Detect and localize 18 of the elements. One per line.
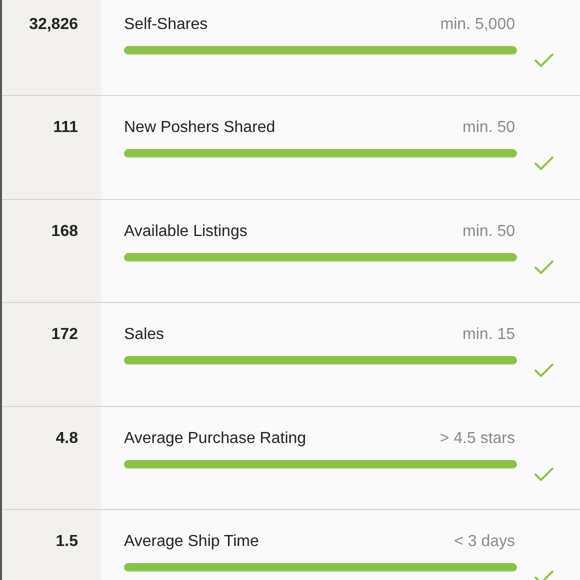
metric-value: 111 [53,118,78,138]
metric-label: New Poshers Shared [124,118,276,138]
requirement-text: min. 50 [462,222,515,242]
metric-value: 172 [51,325,78,346]
requirement-text: > 4.5 stars [440,428,515,449]
metric-value: 1.5 [56,532,78,552]
requirement-text: min. 5,000 [440,15,515,35]
metric-label: Average Purchase Rating [124,428,306,449]
metric-label: Average Ship Time [124,532,259,552]
requirement-text: min. 50 [462,118,515,138]
metric-value: 32,826 [29,15,78,35]
requirement-text: min. 15 [462,325,515,346]
metric-label: Sales [124,325,164,346]
metric-value: 168 [51,222,78,242]
requirement-text: < 3 days [454,532,515,552]
metric-label: Available Listings [124,222,248,242]
metric-label: Self-Shares [124,15,208,35]
metric-value: 4.8 [56,428,78,449]
